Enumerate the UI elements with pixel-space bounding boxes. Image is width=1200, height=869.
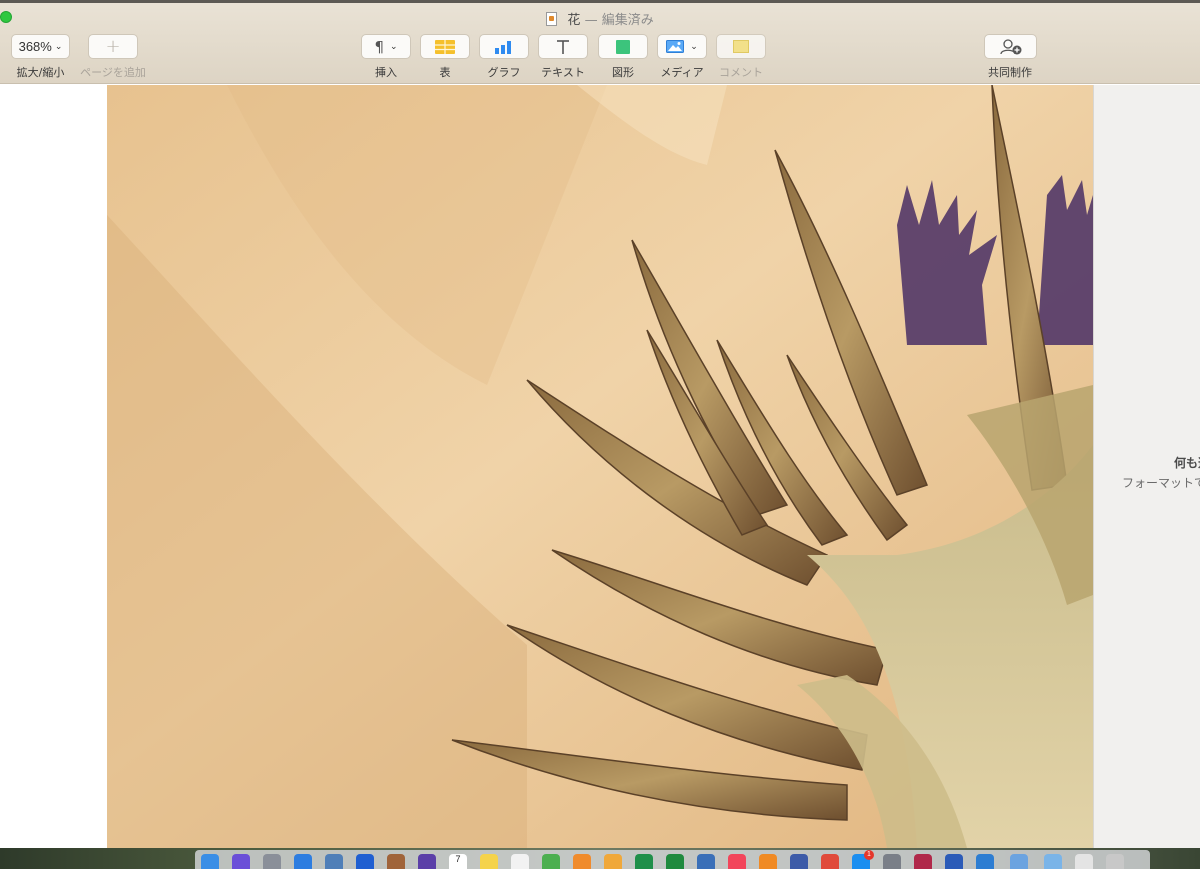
table-icon xyxy=(435,39,455,54)
document-icon xyxy=(546,12,558,26)
zoom-popup-button[interactable]: 368% ⌄ xyxy=(11,34,70,59)
table-button[interactable] xyxy=(420,34,470,59)
collaborate-label: 共同制作 xyxy=(988,66,1032,79)
folder-icon[interactable] xyxy=(1010,854,1028,869)
app-store-icon[interactable]: 1 xyxy=(852,850,874,869)
siri-icon[interactable] xyxy=(232,854,250,869)
textedit-icon[interactable] xyxy=(511,854,529,869)
imovie-icon[interactable] xyxy=(418,854,436,869)
insert-label: 挿入 xyxy=(375,66,397,79)
edit-status: 編集済み xyxy=(601,13,654,28)
image-icon xyxy=(666,40,685,53)
format-inspector: 何も選 フォーマットで xyxy=(1093,85,1200,848)
excel-icon[interactable] xyxy=(635,854,653,869)
inspector-empty-title: 何も選 xyxy=(1174,456,1200,470)
thistle-flower-image xyxy=(107,85,1093,848)
shape-button[interactable] xyxy=(598,34,648,59)
chart-label: グラフ xyxy=(487,66,521,79)
document-name: 花 xyxy=(567,13,581,28)
downloads-folder-icon[interactable] xyxy=(1044,854,1062,869)
chevron-down-icon: ⌄ xyxy=(390,41,398,52)
system-preferences-icon[interactable] xyxy=(883,854,901,869)
comment-label: コメント xyxy=(719,66,763,79)
remote-desktop-icon[interactable] xyxy=(697,854,715,869)
text-label: テキスト xyxy=(541,66,585,79)
keynote-icon[interactable] xyxy=(604,854,622,869)
notebook-icon[interactable] xyxy=(387,854,405,869)
add-person-icon xyxy=(999,38,1021,54)
documents-icon[interactable] xyxy=(1075,854,1093,869)
books-icon[interactable] xyxy=(759,854,777,869)
photos-icon[interactable] xyxy=(573,854,591,869)
inspector-empty-hint: フォーマットで xyxy=(1122,476,1200,490)
preview-icon[interactable] xyxy=(325,854,343,869)
comment-button[interactable] xyxy=(716,34,766,59)
window-title: 花 — 編集済み xyxy=(0,9,1200,28)
add-page-label: ページを追加 xyxy=(80,66,146,79)
window-top-border xyxy=(0,0,1200,3)
zoom-value: 368% xyxy=(18,39,52,54)
chart-button[interactable] xyxy=(479,34,529,59)
insert-button[interactable]: ¶ ⌄ xyxy=(361,34,411,59)
trash-icon[interactable] xyxy=(1106,854,1124,869)
safari-icon[interactable] xyxy=(294,854,312,869)
text-t-icon xyxy=(557,39,569,54)
photo-booth-icon[interactable] xyxy=(914,854,932,869)
chevron-down-icon: ⌄ xyxy=(54,41,63,51)
square-shape-icon xyxy=(616,39,630,54)
title-separator: — xyxy=(584,13,598,28)
media-button[interactable]: ⌄ xyxy=(657,34,707,59)
dropbox-icon[interactable] xyxy=(356,854,374,869)
shape-label: 図形 xyxy=(612,66,634,79)
notification-badge: 1 xyxy=(864,850,874,860)
text-button[interactable] xyxy=(538,34,588,59)
numbers-icon[interactable] xyxy=(666,854,684,869)
collaborate-button[interactable] xyxy=(984,34,1037,59)
toolbar: 花 — 編集済み 368% ⌄ 拡大/縮小 + ページを追加 ¶ ⌄ 挿入 表 xyxy=(0,0,1200,84)
finder-icon[interactable] xyxy=(201,854,219,869)
table-label: 表 xyxy=(439,66,451,79)
globe-icon[interactable] xyxy=(976,854,994,869)
chevron-down-icon: ⌄ xyxy=(690,41,698,52)
maps-icon[interactable] xyxy=(542,854,560,869)
chrome-icon[interactable] xyxy=(821,854,839,869)
media-label: メディア xyxy=(660,66,704,79)
bar-chart-icon xyxy=(495,40,511,54)
calendar-icon[interactable]: 7 xyxy=(449,854,467,869)
notes-icon[interactable] xyxy=(480,854,498,869)
zoom-label: 拡大/縮小 xyxy=(16,66,65,79)
word-icon[interactable] xyxy=(945,854,963,869)
paragraph-icon: ¶ xyxy=(374,37,384,56)
plus-icon: + xyxy=(105,36,121,57)
note-icon xyxy=(733,40,749,53)
music-icon[interactable] xyxy=(728,854,746,869)
placed-photo[interactable] xyxy=(107,85,1093,848)
add-page-button[interactable]: + xyxy=(88,34,138,59)
launchpad-icon[interactable] xyxy=(263,854,281,869)
xcode-icon[interactable] xyxy=(790,854,808,869)
